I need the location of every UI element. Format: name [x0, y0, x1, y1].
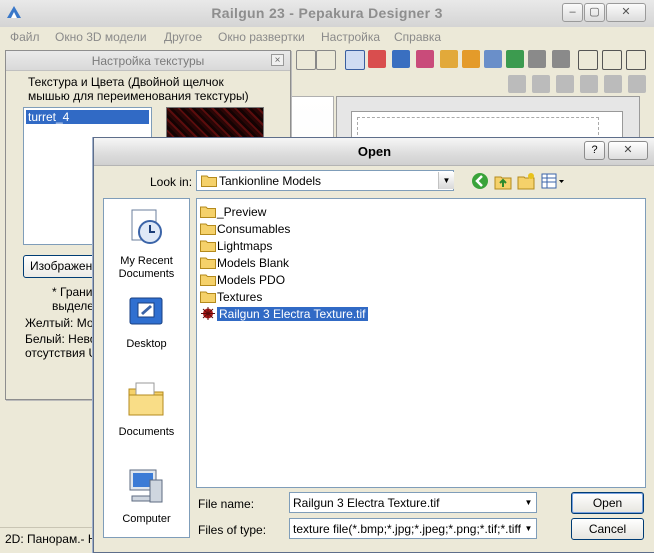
note-line1: * Грани: [52, 285, 93, 299]
look-in-value: Tankionline Models: [219, 174, 322, 188]
flap-tool-icon[interactable]: [484, 50, 502, 68]
folder-icon: [201, 175, 217, 187]
menu-bar: Файл Окно 3D модели Другое Окно развертк…: [0, 27, 654, 48]
file-type-value: texture file(*.bmp;*.jpg;*.jpeg;*.png;*.…: [293, 522, 537, 536]
place-label: My Recent Documents: [118, 255, 175, 280]
align-toolbar: [488, 71, 654, 95]
view-split-icon[interactable]: [316, 50, 336, 70]
up-folder-icon[interactable]: [494, 172, 512, 190]
view-menu-icon[interactable]: [541, 172, 565, 190]
parts-tool-icon[interactable]: [440, 50, 458, 68]
file-name: Models PDO: [217, 273, 286, 287]
menu-3d-window[interactable]: Окно 3D модели: [55, 30, 147, 44]
file-name: _Preview: [217, 205, 267, 219]
fit-page-icon[interactable]: [578, 50, 598, 70]
file-type-label: Files of type:: [198, 523, 267, 537]
rotate-left-icon[interactable]: [604, 75, 622, 93]
folder-icon: [200, 291, 216, 303]
align-right-icon[interactable]: [556, 75, 574, 93]
menu-other[interactable]: Другое: [164, 30, 202, 44]
undo-icon[interactable]: [528, 50, 546, 68]
page-layout-icon[interactable]: [602, 50, 622, 70]
file-name-value: Railgun 3 Electra Texture.tif: [293, 496, 440, 510]
image-file-icon: [201, 307, 215, 320]
white-label-line2: отсутствия U: [25, 346, 98, 360]
align-bottom-icon[interactable]: [580, 75, 598, 93]
back-icon[interactable]: [471, 172, 489, 190]
file-name: Railgun 3 Electra Texture.tif: [216, 306, 369, 322]
status-text: 2D: Панорам.- Н: [5, 532, 97, 546]
recent-documents-icon: [131, 209, 162, 244]
texture-list-item[interactable]: turret_4: [26, 110, 149, 124]
file-type-select[interactable]: texture file(*.bmp;*.jpg;*.jpeg;*.png;*.…: [289, 518, 537, 539]
place-recent-documents[interactable]: My Recent Documents: [104, 207, 189, 283]
white-label-line1: Белый: Невоз: [25, 332, 102, 346]
close-button[interactable]: ✕: [606, 3, 646, 22]
dialog-title-bar: Open ? ✕: [94, 138, 654, 166]
dialog-title: Open: [357, 144, 392, 159]
place-desktop[interactable]: Desktop: [104, 293, 189, 361]
align-center-icon[interactable]: [532, 75, 550, 93]
computer-icon: [129, 469, 163, 503]
folder-icon: [200, 206, 216, 218]
chevron-down-icon[interactable]: ▼: [521, 520, 536, 537]
file-name: Models Blank: [217, 256, 290, 270]
menu-settings[interactable]: Настройка: [321, 30, 380, 44]
desktop-icon: [129, 297, 163, 325]
open-dialog: Open ? ✕ Look in: Tankionline Models ▼ M…: [93, 137, 654, 553]
help-button[interactable]: ?: [584, 141, 605, 160]
place-label: Documents: [118, 426, 175, 438]
place-computer[interactable]: Computer: [104, 466, 189, 536]
places-bar: My Recent Documents Desktop Documents Co…: [103, 198, 190, 538]
align-left-icon[interactable]: [508, 75, 526, 93]
place-documents[interactable]: Documents: [104, 379, 189, 449]
file-list[interactable]: _Preview Consumables Lightmaps Models Blank…: [196, 198, 646, 488]
print-page-icon[interactable]: [626, 50, 646, 70]
chevron-down-icon[interactable]: ▼: [521, 494, 536, 511]
texture-panel-title: Настройка текстуры: [91, 54, 205, 68]
folder-icon: [200, 257, 216, 269]
folder-icon: [200, 274, 216, 286]
menu-unfold-window[interactable]: Окно развертки: [218, 30, 305, 44]
view-single-icon[interactable]: [296, 50, 316, 70]
texture-panel-title-bar: Настройка текстуры: [6, 51, 290, 71]
place-label: Computer: [122, 513, 171, 525]
cancel-button[interactable]: Cancel: [571, 518, 644, 540]
chevron-down-icon[interactable]: ▼: [438, 172, 454, 189]
menu-file[interactable]: Файл: [10, 30, 40, 44]
paint-tool-icon[interactable]: [416, 50, 434, 68]
rotate-right-icon[interactable]: [628, 75, 646, 93]
look-in-combo[interactable]: Tankionline Models ▼: [196, 170, 454, 191]
redo-icon[interactable]: [552, 50, 570, 68]
file-name: Consumables: [217, 222, 291, 236]
join-tool-icon[interactable]: [462, 50, 480, 68]
main-window-title: Railgun 23 - Pepakura Designer 3: [211, 5, 443, 21]
texture-heading-line2: мышью для переименования текстуры): [28, 89, 249, 103]
documents-folder-icon: [128, 382, 164, 416]
texture-tool-icon[interactable]: [392, 50, 410, 68]
new-folder-icon[interactable]: [517, 172, 535, 190]
look-in-label: Look in:: [150, 175, 193, 189]
file-name: Lightmaps: [217, 239, 273, 253]
texture-panel-close-icon[interactable]: ×: [271, 54, 284, 66]
file-name-input[interactable]: Railgun 3 Electra Texture.tif ▼: [289, 492, 537, 513]
texture-heading-line1: Текстура и Цвета (Двойной щелчок: [28, 75, 224, 89]
minimize-button[interactable]: –: [562, 3, 583, 22]
folder-icon: [200, 240, 216, 252]
maximize-button[interactable]: ▢: [584, 3, 605, 22]
file-name-label: File name:: [198, 497, 255, 511]
file-name: Textures: [217, 290, 263, 304]
dialog-close-button[interactable]: ✕: [608, 141, 648, 160]
open-button[interactable]: Open: [571, 492, 644, 514]
edge-tool-icon[interactable]: [368, 50, 386, 68]
box-tool-icon[interactable]: [506, 50, 524, 68]
select-tool-icon[interactable]: [345, 50, 365, 70]
yellow-label: Желтый: Мож: [25, 316, 102, 330]
menu-help[interactable]: Справка: [394, 30, 441, 44]
folder-icon: [200, 223, 216, 235]
place-label: Desktop: [126, 338, 167, 350]
main-title-bar: Railgun 23 - Pepakura Designer 3 – ▢ ✕: [0, 0, 654, 28]
